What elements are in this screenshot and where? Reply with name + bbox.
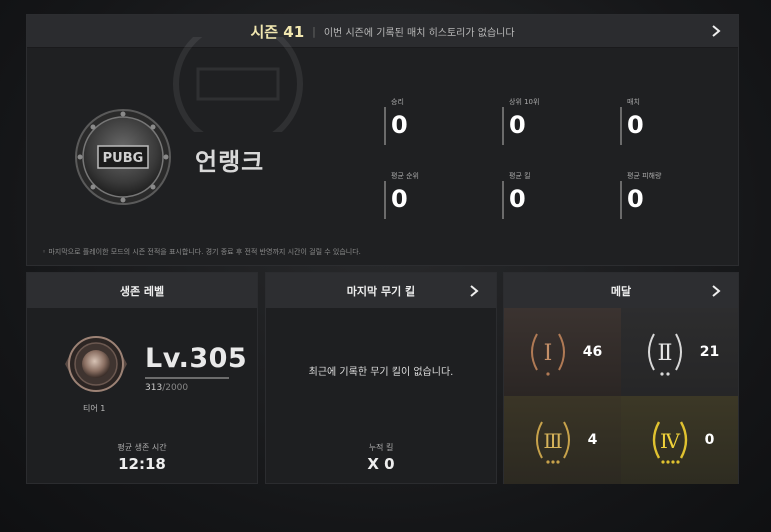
unranked-emblem-icon: PUBG: [75, 109, 171, 205]
season-note-text: 마지막으로 플레이한 모드의 시즌 전적을 표시합니다. 경기 종료 후 전적 …: [48, 248, 361, 256]
emblem-text: PUBG: [103, 151, 144, 166]
total-kills-value: X 0: [367, 455, 395, 473]
avg-survival-value: 12:18: [118, 455, 166, 473]
medal-tier-4[interactable]: Ⅳ 0: [621, 396, 738, 484]
stat-avg-rank: 평균 순위 0: [384, 171, 484, 221]
medal-count: 21: [699, 344, 720, 360]
stat-value: 0: [509, 185, 526, 213]
medal-count: 4: [587, 432, 598, 448]
stat-value: 0: [627, 111, 644, 139]
medal-laurel-platinum-icon: Ⅳ: [652, 421, 687, 464]
stat-label: 평균 순위: [391, 172, 419, 180]
xp-max: /2000: [162, 383, 189, 393]
last-weapon-kill-header: 마지막 무기 킬: [266, 273, 496, 308]
stat-top10: 상위 10위 0: [502, 97, 602, 147]
stat-label: 상위 10위: [509, 98, 540, 106]
medal-laurel-bronze-icon: Ⅰ: [530, 333, 565, 376]
medal-count: 0: [704, 432, 715, 448]
stat-value: 0: [391, 185, 408, 213]
season-note: ◦ 마지막으로 플레이한 모드의 시즌 전적을 표시합니다. 경기 종료 후 전…: [42, 248, 361, 256]
stat-value: 0: [391, 111, 408, 139]
stat-divider: [384, 181, 386, 219]
stat-value: 0: [627, 185, 644, 213]
stat-label: 평균 피해량: [627, 172, 662, 180]
medals-title: 메달: [610, 284, 632, 298]
medal-count: 46: [582, 344, 603, 360]
tier-label: 티어 1: [83, 404, 106, 413]
stat-divider: [620, 107, 622, 145]
total-kills-label: 누적 킬: [368, 443, 394, 452]
no-weapon-kill-message: 최근에 기록한 무기 킬이 없습니다.: [308, 367, 454, 378]
medals-header: 메달: [504, 273, 738, 308]
medal-laurel-silver-icon: Ⅱ: [647, 333, 682, 376]
stat-label: 승리: [391, 98, 404, 106]
stat-avg-damage: 평균 피해량 0: [620, 171, 720, 221]
stat-divider: [384, 107, 386, 145]
stat-value: 0: [509, 111, 526, 139]
stat-label: 매치: [627, 98, 640, 106]
stat-matches: 매치 0: [620, 97, 720, 147]
stat-avg-kills: 평균 킬 0: [502, 171, 602, 221]
medal-numeral: Ⅱ: [657, 341, 672, 366]
stat-divider: [620, 181, 622, 219]
stat-divider: [502, 181, 504, 219]
xp-progress: 313/2000: [145, 383, 188, 393]
xp-current: 313: [145, 383, 163, 393]
survival-level-card[interactable]: 생존 레벨 Lv.305 313/2000 티어 1 평균 생존 시간 12:1…: [26, 272, 258, 484]
medal-numeral: Ⅳ: [660, 429, 681, 453]
medal-tier-3[interactable]: Ⅲ 4: [504, 396, 621, 484]
medal-tier-1[interactable]: Ⅰ 46: [504, 308, 621, 396]
season-panel: 시즌 41 | 이번 시즌에 기록된 매치 히스토리가 없습니다 PUBG 언랭…: [26, 14, 739, 266]
stat-divider: [502, 107, 504, 145]
chevron-right-icon[interactable]: [708, 283, 724, 299]
survival-level-value: Lv.305: [145, 343, 248, 374]
last-weapon-kill-title: 마지막 무기 킬: [346, 284, 416, 298]
chevron-right-icon[interactable]: [466, 283, 482, 299]
last-weapon-kill-card[interactable]: 마지막 무기 킬 최근에 기록한 무기 킬이 없습니다. 누적 킬 X 0: [265, 272, 497, 484]
survival-tier-emblem-icon: [65, 336, 127, 392]
avg-survival-label: 평균 생존 시간: [117, 443, 167, 452]
stat-label: 평균 킬: [509, 172, 531, 180]
level-underline: [145, 377, 229, 379]
season-message: 이번 시즌에 기록된 매치 히스토리가 없습니다: [323, 27, 515, 39]
season-header[interactable]: 시즌 41 | 이번 시즌에 기록된 매치 히스토리가 없습니다: [27, 15, 738, 48]
pubg-background-emblem: [173, 37, 303, 132]
stat-wins: 승리 0: [384, 97, 484, 147]
medal-numeral: Ⅰ: [543, 341, 552, 366]
survival-level-header: 생존 레벨: [27, 273, 257, 308]
rank-name: 언랭크: [195, 148, 265, 176]
medal-tier-2[interactable]: Ⅱ 21: [621, 308, 738, 396]
season-separator: |: [312, 24, 316, 38]
chevron-right-icon[interactable]: [708, 23, 724, 39]
medals-card[interactable]: 메달 Ⅰ 46 Ⅱ 21 Ⅲ 4 Ⅳ 0: [503, 272, 739, 484]
medal-laurel-gold-icon: Ⅲ: [535, 421, 570, 464]
medal-numeral: Ⅲ: [543, 429, 562, 453]
